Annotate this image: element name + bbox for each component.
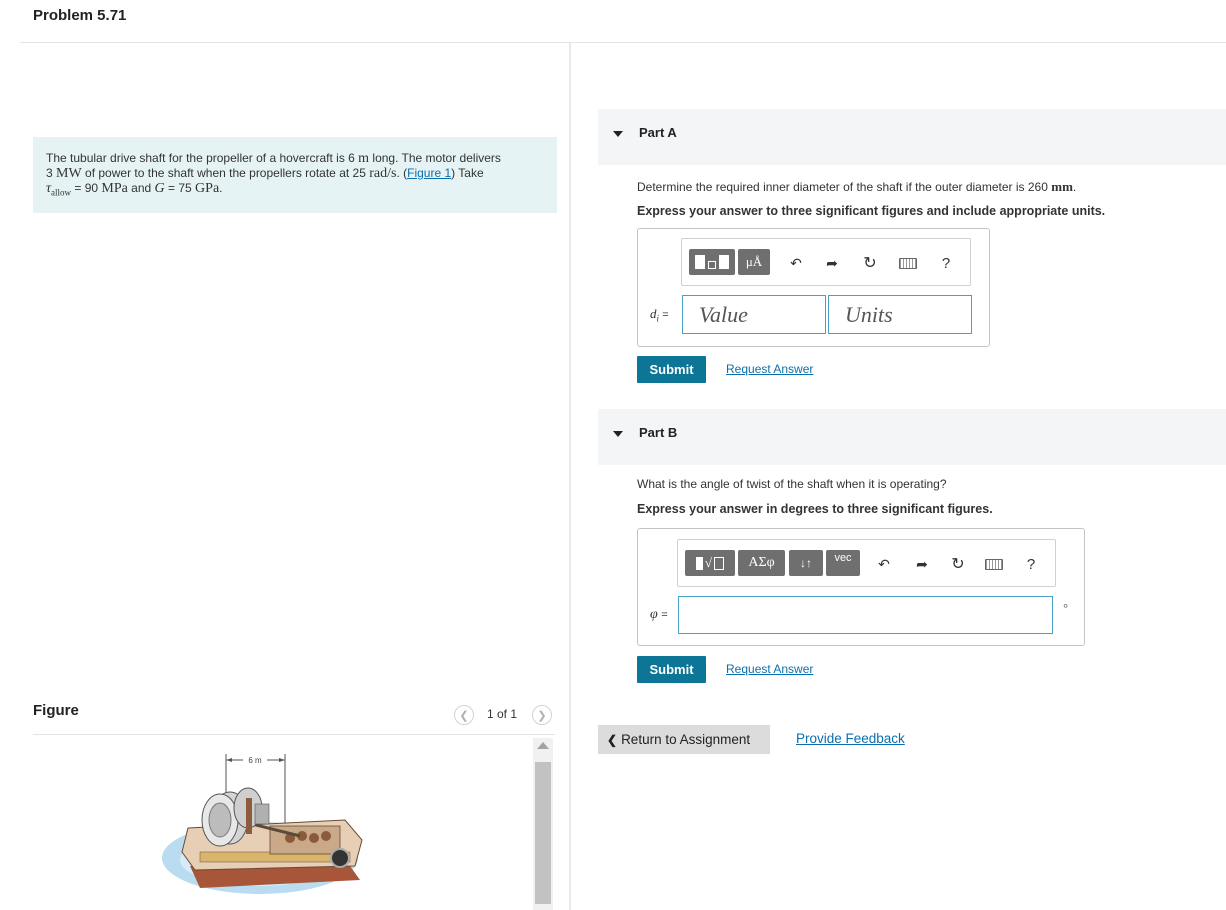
part-a-instruction: Express your answer to three significant… (637, 204, 1106, 218)
chevron-left-icon: ❮ (459, 709, 469, 722)
templates-button[interactable] (689, 249, 735, 275)
part-b-label: Part B (639, 425, 678, 440)
redo-icon[interactable]: ➦ (822, 253, 842, 273)
caret-down-icon (613, 431, 623, 437)
reset-icon[interactable]: ↻ (860, 253, 880, 273)
template-icon (695, 255, 729, 269)
part-b-answer-box: √ ΑΣφ ↓↑ vec ↶ ➦ ↻ ? φ = ° (637, 528, 1085, 646)
keyboard-icon[interactable] (898, 253, 918, 273)
di-label: di = (650, 306, 669, 324)
figure-title: Figure (33, 702, 79, 719)
problem-statement: The tubular drive shaft for the propelle… (33, 137, 557, 213)
header-divider (20, 42, 1226, 43)
part-a-label: Part A (639, 125, 677, 140)
part-b-instruction: Express your answer in degrees to three … (637, 502, 993, 516)
part-a-toolbar: μÅ ↶ ➦ ↻ ? (681, 238, 971, 286)
caret-down-icon (613, 131, 623, 137)
figure-link[interactable]: Figure 1 (407, 166, 451, 180)
prev-figure-button[interactable]: ❮ (454, 705, 474, 725)
part-b-submit-button[interactable]: Submit (637, 656, 706, 683)
figure-scrollbar-thumb[interactable] (535, 762, 551, 904)
return-to-assignment-button[interactable]: ❮ Return to Assignment (598, 725, 770, 754)
part-b-toolbar: √ ΑΣφ ↓↑ vec ↶ ➦ ↻ ? (677, 539, 1056, 587)
dimension-label: 6 m (248, 756, 262, 765)
help-button[interactable]: ? (1021, 554, 1041, 574)
problem-title: Problem 5.71 (33, 7, 127, 24)
redo-icon[interactable]: ➦ (912, 554, 932, 574)
radical-template-icon: √ (695, 555, 725, 571)
part-a-answer-box: μÅ ↶ ➦ ↻ ? di = Value Units (637, 228, 990, 347)
degree-unit: ° (1063, 601, 1069, 616)
subscript-superscript-button[interactable]: ↓↑ (789, 550, 823, 576)
undo-icon[interactable]: ↶ (786, 253, 806, 273)
chevron-left-icon: ❮ (607, 732, 618, 747)
figure-divider (33, 734, 555, 735)
undo-icon[interactable]: ↶ (874, 554, 894, 574)
angle-input[interactable] (678, 596, 1053, 634)
scroll-up-arrow-icon[interactable] (537, 742, 549, 749)
panel-divider (569, 43, 571, 910)
phi-label: φ = (650, 607, 668, 622)
provide-feedback-link[interactable]: Provide Feedback (796, 731, 905, 746)
vector-button[interactable]: vec (826, 550, 860, 576)
value-input[interactable]: Value (682, 295, 826, 334)
units-input[interactable]: Units (828, 295, 972, 334)
part-a-request-answer-link[interactable]: Request Answer (726, 362, 813, 376)
figure-pager: 1 of 1 (487, 707, 518, 721)
part-a-submit-button[interactable]: Submit (637, 356, 706, 383)
reset-icon[interactable]: ↻ (948, 554, 968, 574)
next-figure-button[interactable]: ❯ (532, 705, 552, 725)
hovercraft-figure: 6 m (162, 754, 363, 894)
part-a-question: Determine the required inner diameter of… (637, 179, 1077, 194)
greek-letters-button[interactable]: ΑΣφ (738, 550, 785, 576)
part-a-header[interactable]: Part A (598, 109, 1226, 165)
units-symbol-button[interactable]: μÅ (738, 249, 770, 275)
templates-button[interactable]: √ (685, 550, 735, 576)
part-b-question: What is the angle of twist of the shaft … (637, 477, 947, 491)
chevron-right-icon: ❯ (537, 709, 547, 722)
return-label: Return to Assignment (621, 732, 751, 747)
help-button[interactable]: ? (936, 253, 956, 273)
part-b-header[interactable]: Part B (598, 409, 1226, 465)
part-b-request-answer-link[interactable]: Request Answer (726, 662, 813, 676)
keyboard-icon[interactable] (984, 554, 1004, 574)
